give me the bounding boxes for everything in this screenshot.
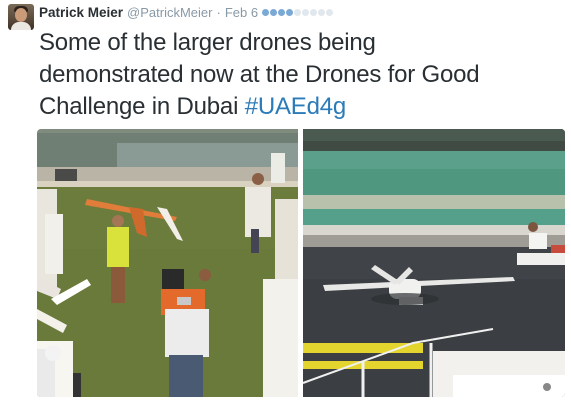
loading-dots-icon [262, 8, 334, 16]
avatar-face [15, 8, 27, 22]
avatar[interactable] [8, 4, 34, 30]
loader-dot [318, 8, 326, 16]
loader-dot [286, 8, 294, 16]
loader-dot [278, 8, 286, 16]
loader-dot [294, 8, 302, 16]
tweet-date[interactable]: Feb 6 [225, 5, 258, 20]
meta-separator: · [216, 4, 221, 20]
avatar-shirt [11, 22, 31, 30]
loader-dot [270, 8, 278, 16]
loader-dot [302, 8, 310, 16]
loader-dot [262, 8, 270, 16]
author-handle[interactable]: @PatrickMeier [127, 5, 212, 20]
hashtag-link[interactable]: #UAEd4g [245, 93, 347, 120]
tweet-text-line-3: Challenge in Dubai [39, 93, 245, 120]
tweet-header: Patrick Meier @PatrickMeier · Feb 6 [39, 3, 334, 21]
photo-drone-on-tarmac[interactable] [303, 129, 565, 397]
author-name[interactable]: Patrick Meier [39, 5, 123, 20]
loader-dot [310, 8, 318, 16]
tweet-text-line-1: Some of the larger drones being [39, 29, 376, 56]
tweet-text-line-2: demonstrated now at the Drones for Good [39, 61, 480, 88]
loader-dot [326, 8, 334, 16]
tweet-text: Some of the larger drones being demonstr… [39, 27, 564, 123]
photo-drone-demo-lawn[interactable] [37, 129, 298, 397]
